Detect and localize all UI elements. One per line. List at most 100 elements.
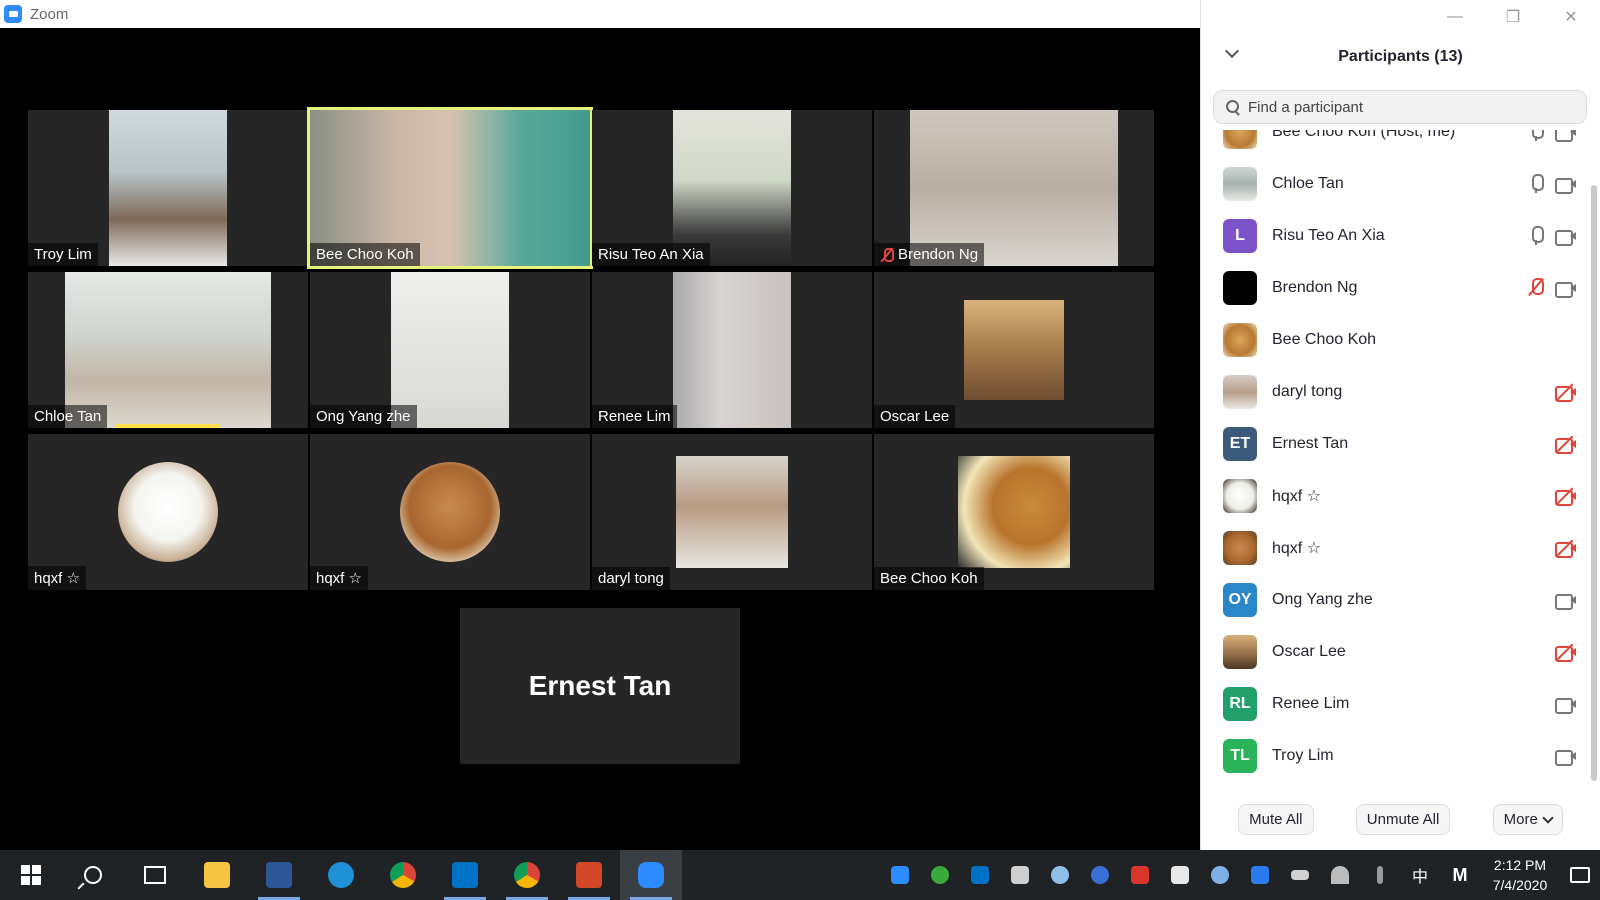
search-input[interactable]: [1248, 98, 1568, 116]
taskbar-zoom[interactable]: [620, 850, 682, 900]
tray-security[interactable]: [1160, 850, 1200, 900]
start-button[interactable]: [0, 850, 62, 900]
participant-row[interactable]: OY Ong Yang zhe: [1201, 574, 1589, 626]
close-button[interactable]: ✕: [1542, 6, 1600, 28]
camera-off-icon[interactable]: [1555, 487, 1577, 506]
camera-off-icon[interactable]: [1555, 435, 1577, 454]
participant-status: [1555, 435, 1577, 454]
tray-volume[interactable]: [1000, 850, 1040, 900]
tile-name: hqxf ☆: [316, 570, 362, 587]
tray-app[interactable]: [920, 850, 960, 900]
unmute-all-label: Unmute All: [1366, 811, 1440, 828]
participant-status: [1555, 383, 1577, 402]
pen-icon: [1377, 866, 1383, 884]
camera-icon[interactable]: [1555, 228, 1577, 246]
participant-search[interactable]: [1213, 90, 1587, 124]
video-tile[interactable]: hqxf ☆: [310, 434, 590, 590]
taskbar-powerpoint[interactable]: [558, 850, 620, 900]
task-view-button[interactable]: [124, 850, 186, 900]
taskbar-search[interactable]: [62, 850, 124, 900]
participant-row[interactable]: ET Ernest Tan: [1201, 418, 1589, 470]
participant-row[interactable]: daryl tong: [1201, 366, 1589, 418]
video-tile[interactable]: Oscar Lee: [874, 272, 1154, 428]
video-tile[interactable]: daryl tong: [592, 434, 872, 590]
mic-icon[interactable]: [1527, 174, 1545, 194]
camera-icon[interactable]: [1555, 280, 1577, 298]
participant-row[interactable]: hqxf ☆: [1201, 470, 1589, 522]
camera-icon[interactable]: [1555, 176, 1577, 194]
tray-outlook[interactable]: [960, 850, 1000, 900]
tray-app-blue[interactable]: [1080, 850, 1120, 900]
participant-status: [1555, 592, 1577, 610]
mute-all-button[interactable]: Mute All: [1238, 804, 1314, 835]
participant-avatar: RL: [1223, 687, 1257, 721]
mic-icon[interactable]: [1527, 226, 1545, 246]
participant-row[interactable]: Chloe Tan: [1201, 158, 1589, 210]
participant-row[interactable]: hqxf ☆: [1201, 522, 1589, 574]
video-tile[interactable]: Chloe Tan: [28, 272, 308, 428]
tray-app-red[interactable]: [1120, 850, 1160, 900]
tray-wifi[interactable]: [1320, 850, 1360, 900]
camera-off-icon[interactable]: [1555, 643, 1577, 662]
system-clock[interactable]: 2:12 PM 7/4/2020: [1480, 855, 1560, 895]
outlook-icon: [452, 862, 478, 888]
globe-icon: [1051, 866, 1069, 884]
mic-icon[interactable]: [1527, 130, 1545, 142]
tray-battery[interactable]: [1280, 850, 1320, 900]
video-tile-active-speaker[interactable]: Bee Choo Koh: [307, 107, 593, 269]
taskbar-chrome-profile[interactable]: [496, 850, 558, 900]
camera-off-icon[interactable]: [1555, 539, 1577, 558]
restore-button[interactable]: ❐: [1484, 6, 1542, 28]
video-tile[interactable]: Bee Choo Koh: [874, 434, 1154, 590]
participant-row[interactable]: TL Troy Lim: [1201, 730, 1589, 782]
tray-zoom[interactable]: [880, 850, 920, 900]
participant-row[interactable]: L Risu Teo An Xia: [1201, 210, 1589, 262]
windows-icon: [21, 865, 41, 885]
participant-avatar: [1223, 375, 1257, 409]
camera-off-icon[interactable]: [1555, 383, 1577, 402]
muted-mic-icon: [880, 247, 894, 262]
taskbar-outlook[interactable]: [434, 850, 496, 900]
bluetooth-icon: [1251, 866, 1269, 884]
tile-name: Brendon Ng: [898, 246, 979, 263]
tray-bluetooth[interactable]: [1240, 850, 1280, 900]
tray-ime[interactable]: 中: [1400, 850, 1440, 900]
taskbar-chrome[interactable]: [372, 850, 434, 900]
tray-sync[interactable]: [1200, 850, 1240, 900]
more-button[interactable]: More: [1492, 804, 1563, 835]
participant-avatar: [1223, 271, 1257, 305]
participant-row[interactable]: Bee Choo Koh (Host, me): [1201, 130, 1589, 158]
video-tile[interactable]: Renee Lim: [592, 272, 872, 428]
video-tile[interactable]: Troy Lim: [28, 110, 308, 266]
participant-avatar: [1223, 635, 1257, 669]
participant-row[interactable]: Oscar Lee: [1201, 626, 1589, 678]
camera-icon[interactable]: [1555, 748, 1577, 766]
participant-row[interactable]: Brendon Ng: [1201, 262, 1589, 314]
camera-icon[interactable]: [1555, 696, 1577, 714]
participant-row[interactable]: RL Renee Lim: [1201, 678, 1589, 730]
tray-network-globe[interactable]: [1040, 850, 1080, 900]
action-center-button[interactable]: [1560, 867, 1600, 883]
tray-pen[interactable]: [1360, 850, 1400, 900]
unmute-all-button[interactable]: Unmute All: [1355, 804, 1451, 835]
video-tile[interactable]: Risu Teo An Xia: [592, 110, 872, 266]
wifi-icon: [1331, 866, 1349, 884]
video-tile[interactable]: Brendon Ng: [874, 110, 1154, 266]
camera-icon[interactable]: [1555, 130, 1577, 142]
mic-muted-icon[interactable]: [1527, 278, 1545, 298]
video-tile[interactable]: hqxf ☆: [28, 434, 308, 590]
taskbar-file-explorer[interactable]: [186, 850, 248, 900]
taskbar-word[interactable]: [248, 850, 310, 900]
app-title: Zoom: [30, 5, 69, 23]
ime-mode: M: [1452, 864, 1468, 885]
camera-icon[interactable]: [1555, 592, 1577, 610]
video-tile[interactable]: Ong Yang zhe: [310, 272, 590, 428]
taskbar-internet-explorer[interactable]: [310, 850, 372, 900]
app-icon: [1131, 866, 1149, 884]
video-tile-no-video[interactable]: Ernest Tan: [460, 608, 740, 764]
participant-row[interactable]: Bee Choo Koh: [1201, 314, 1589, 366]
tray-ime-mode[interactable]: M: [1440, 850, 1480, 900]
participant-name: Oscar Lee: [1272, 643, 1346, 660]
participant-list-scrollbar[interactable]: [1591, 185, 1597, 781]
minimize-button[interactable]: —: [1426, 6, 1484, 28]
